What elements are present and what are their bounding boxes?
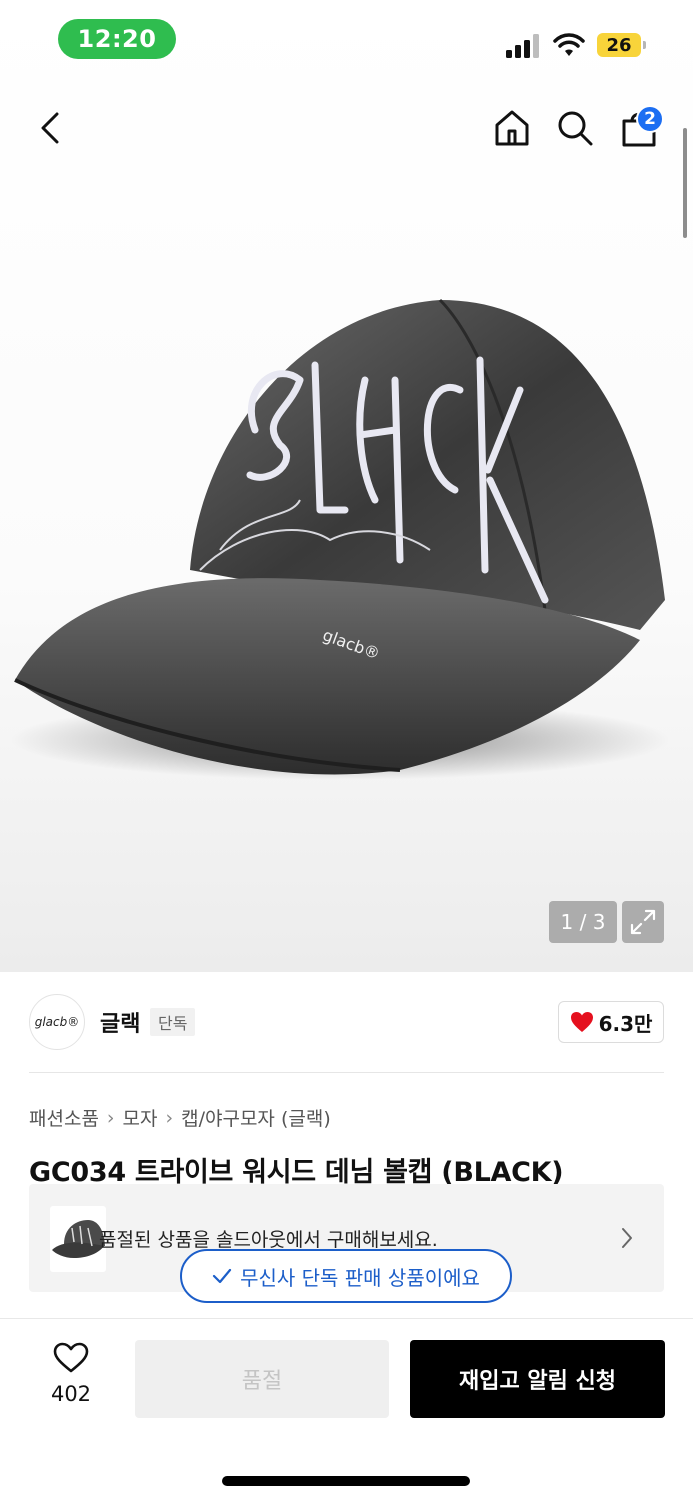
expand-icon [630, 909, 656, 935]
breadcrumb: 패션소품 › 모자 › 캡/야구모자 (글랙) [29, 1104, 331, 1131]
exclusive-sale-text: 무신사 단독 판매 상품이에요 [240, 1265, 480, 1290]
breadcrumb-chevron-icon: › [165, 1106, 174, 1129]
brand-like-count: 6.3만 [598, 1011, 653, 1036]
wishlist-button[interactable]: 402 [40, 1342, 102, 1406]
home-icon [495, 110, 529, 146]
breadcrumb-item-hats[interactable]: 모자 [123, 1104, 158, 1131]
brand-logo[interactable]: glacb® [29, 994, 85, 1050]
home-button[interactable] [488, 100, 536, 156]
status-time: 12:20 [58, 19, 176, 59]
exclusive-tag: 단독 [150, 1008, 196, 1036]
chevron-left-icon [41, 112, 59, 144]
restock-alert-button[interactable]: 재입고 알림 신청 [410, 1340, 665, 1418]
breadcrumb-chevron-icon: › [106, 1106, 115, 1129]
search-icon [558, 111, 593, 146]
heart-outline-icon [53, 1342, 89, 1373]
wishlist-count: 402 [50, 1382, 92, 1406]
status-bar: 12:20 26 [0, 0, 693, 80]
home-indicator [222, 1476, 470, 1486]
soldout-banner-text: 품절된 상품을 솔드아웃에서 구매해보세요. [99, 1229, 438, 1251]
battery-cap [643, 41, 646, 49]
product-image-cap: glacb® [10, 298, 670, 780]
brand-like-button[interactable]: 6.3만 [558, 1001, 664, 1043]
breadcrumb-item-fashion-accessories[interactable]: 패션소품 [29, 1104, 99, 1131]
image-counter: 1 / 3 [549, 901, 617, 943]
scrollbar[interactable] [683, 128, 687, 238]
brand-name[interactable]: 글랙 [100, 1006, 140, 1038]
breadcrumb-item-caps[interactable]: 캡/야구모자 (글랙) [181, 1104, 331, 1131]
checkmark-icon [212, 1268, 232, 1284]
product-thumbnail [50, 1206, 106, 1272]
chevron-right-icon [622, 1228, 632, 1248]
heart-filled-icon [570, 1012, 593, 1032]
cellular-signal-icon [506, 34, 539, 58]
wifi-icon [553, 33, 585, 56]
back-button[interactable] [26, 100, 74, 156]
divider [29, 1072, 664, 1073]
top-nav [0, 100, 693, 164]
soldout-button: 품절 [135, 1340, 389, 1418]
cart-count-badge: 2 [636, 105, 664, 133]
exclusive-sale-badge: 무신사 단독 판매 상품이에요 [180, 1249, 512, 1303]
battery-level: 26 [597, 33, 641, 57]
search-button[interactable] [551, 100, 599, 156]
expand-image-button[interactable] [622, 901, 664, 943]
